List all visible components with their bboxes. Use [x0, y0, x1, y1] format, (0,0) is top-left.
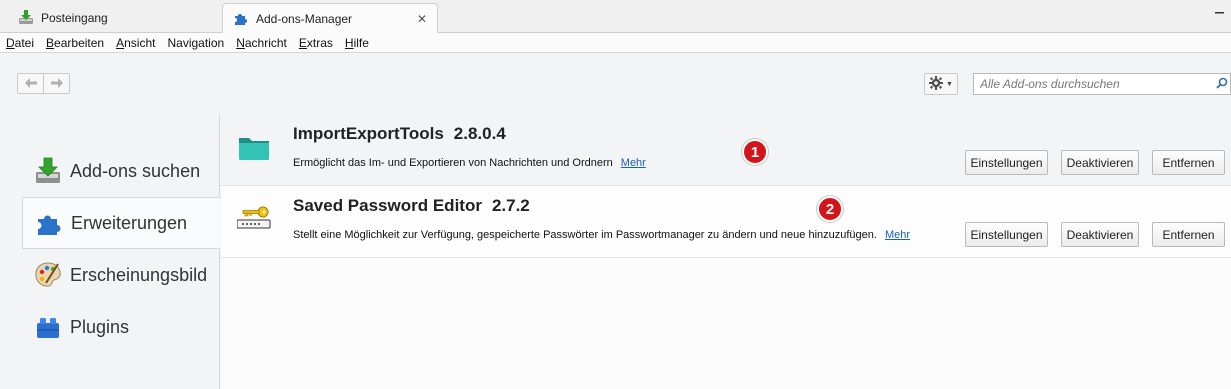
category-sidebar: Add-ons suchen Erweiterungen Erscheinung… — [0, 114, 220, 389]
palette-icon — [34, 261, 62, 289]
menu-file[interactable]: Datei — [6, 36, 34, 50]
annotation-marker: 1 — [742, 139, 768, 165]
back-button[interactable] — [18, 74, 43, 93]
sidebar-item-label: Add-ons suchen — [70, 160, 201, 181]
menu-navigation[interactable]: Navigation — [167, 36, 224, 50]
addon-list: ImportExportTools 2.8.0.4 Ermöglicht das … — [221, 114, 1231, 389]
addon-description: Stellt eine Möglichkeit zur Verfügung, g… — [293, 229, 910, 241]
menu-extras[interactable]: Extras — [299, 36, 333, 50]
lego-block-icon — [34, 313, 62, 341]
tab-strip: Posteingang Add-ons-Manager ✕ — [0, 0, 1231, 34]
tools-menu-button[interactable]: ▼ — [924, 73, 958, 95]
addon-title: ImportExportTools 2.8.0.4 — [293, 124, 506, 144]
remove-button[interactable]: Entfernen — [1152, 150, 1225, 175]
puzzle-icon — [35, 209, 63, 237]
menu-edit[interactable]: Bearbeiten — [46, 36, 104, 50]
search-icon[interactable] — [1216, 77, 1228, 92]
minimize-icon[interactable] — [1215, 5, 1225, 21]
sidebar-item-label: Erweiterungen — [71, 212, 188, 233]
settings-button[interactable]: Einstellungen — [965, 150, 1048, 175]
more-link[interactable]: Mehr — [621, 157, 646, 169]
sidebar-item-plugins[interactable]: Plugins — [22, 301, 220, 353]
folder-icon — [237, 132, 271, 162]
sidebar-item-label: Plugins — [70, 316, 130, 337]
gear-icon — [929, 75, 944, 93]
menu-help[interactable]: Hilfe — [345, 36, 369, 50]
history-nav — [17, 73, 70, 94]
addon-description-text: Stellt eine Möglichkeit zur Verfügung, g… — [293, 229, 877, 241]
sidebar-item-extensions[interactable]: Erweiterungen — [22, 197, 220, 249]
addon-description-text: Ermöglicht das Im- und Exportieren von N… — [293, 157, 613, 169]
addon-title: Saved Password Editor 2.7.2 — [293, 196, 530, 216]
disable-button[interactable]: Deaktivieren — [1061, 222, 1139, 247]
disable-button[interactable]: Deaktivieren — [1061, 150, 1139, 175]
key-icon — [236, 204, 271, 234]
addons-toolbar: ▼ — [0, 54, 1231, 114]
tab-label: Posteingang — [41, 11, 108, 25]
tab-label: Add-ons-Manager — [256, 12, 353, 26]
more-link[interactable]: Mehr — [885, 229, 910, 241]
menu-bar: Datei Bearbeiten Ansicht Navigation Nach… — [0, 33, 1231, 53]
sidebar-item-label: Erscheinungsbild — [70, 264, 208, 285]
addon-name: Saved Password Editor — [293, 196, 482, 215]
close-icon[interactable]: ✕ — [417, 12, 427, 26]
search-field — [973, 73, 1231, 95]
puzzle-icon — [233, 10, 249, 29]
tab-addons-manager[interactable]: Add-ons-Manager ✕ — [222, 3, 438, 34]
menu-message[interactable]: Nachricht — [236, 36, 287, 50]
remove-button[interactable]: Entfernen — [1152, 222, 1225, 247]
download-inbox-icon — [18, 9, 34, 28]
sidebar-item-appearance[interactable]: Erscheinungsbild — [22, 249, 220, 301]
addon-name: ImportExportTools — [293, 124, 444, 143]
addon-version: 2.8.0.4 — [453, 124, 506, 143]
forward-button[interactable] — [43, 74, 69, 93]
addon-description: Ermöglicht das Im- und Exportieren von N… — [293, 157, 646, 169]
chevron-down-icon: ▼ — [946, 80, 953, 88]
menu-view[interactable]: Ansicht — [116, 36, 155, 50]
list-item[interactable]: Saved Password Editor 2.7.2 Stellt eine M… — [221, 186, 1231, 258]
arrow-left-icon — [24, 76, 37, 91]
search-input[interactable] — [980, 77, 1210, 91]
addon-version: 2.7.2 — [491, 196, 530, 215]
arrow-right-icon — [50, 76, 63, 91]
download-tray-icon — [34, 157, 62, 185]
sidebar-item-get-addons[interactable]: Add-ons suchen — [22, 145, 220, 197]
settings-button[interactable]: Einstellungen — [965, 222, 1048, 247]
list-item[interactable]: ImportExportTools 2.8.0.4 Ermöglicht das … — [221, 114, 1231, 186]
tab-inbox[interactable]: Posteingang — [8, 3, 213, 33]
annotation-marker: 2 — [817, 196, 843, 222]
